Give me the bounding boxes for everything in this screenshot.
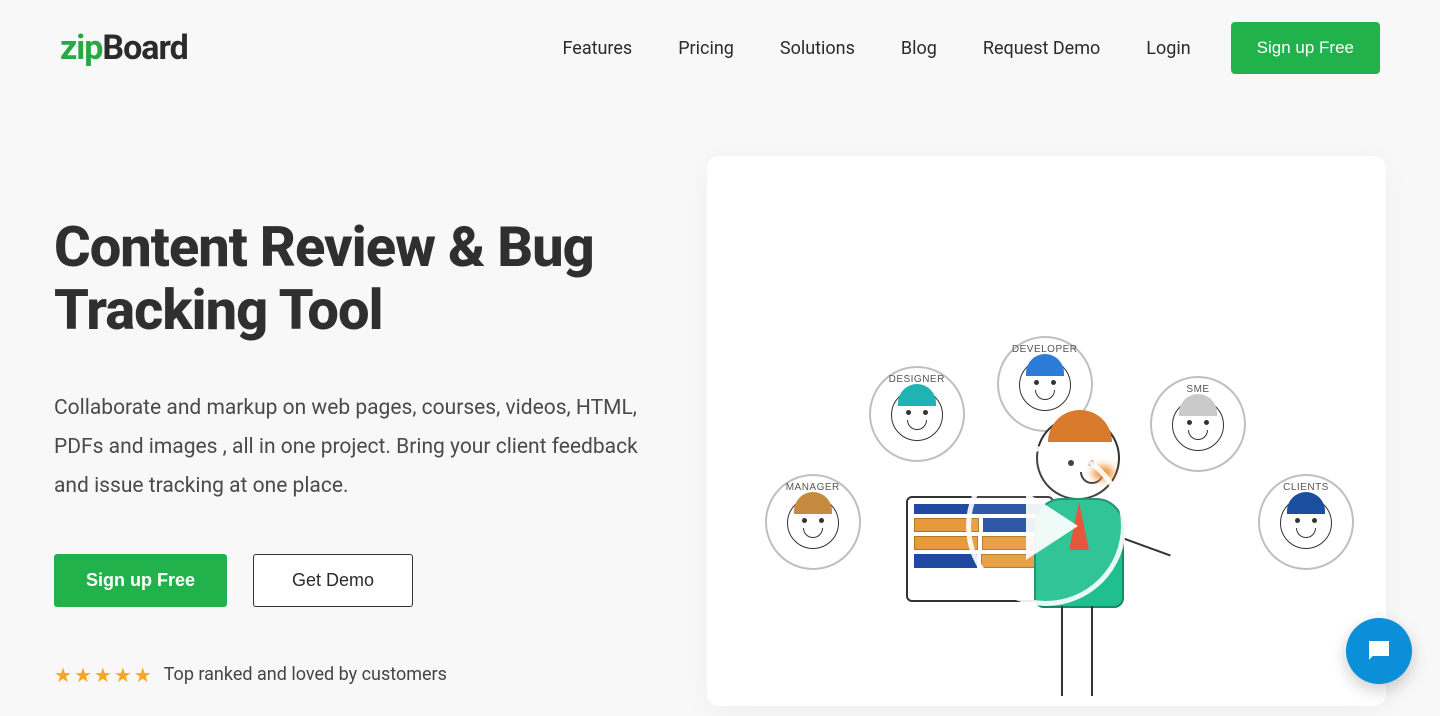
nav-features[interactable]: Features — [563, 38, 633, 59]
star-icon: ★ — [74, 663, 92, 687]
nav-login[interactable]: Login — [1146, 38, 1190, 59]
chat-icon — [1364, 636, 1394, 666]
signup-free-header-button[interactable]: Sign up Free — [1231, 22, 1380, 74]
avatar-face — [787, 497, 839, 549]
brand-logo-part2: Board — [102, 28, 187, 68]
avatar-face — [1172, 399, 1224, 451]
hero-section: Content Review & Bug Tracking Tool Colla… — [0, 96, 1440, 706]
hero-description: Collaborate and markup on web pages, cou… — [54, 389, 667, 506]
chat-widget-button[interactable] — [1346, 618, 1412, 684]
get-demo-button[interactable]: Get Demo — [253, 554, 413, 607]
hero-title: Content Review & Bug Tracking Tool — [54, 216, 667, 341]
star-icon: ★ — [54, 663, 72, 687]
rating-text: Top ranked and loved by customers — [164, 664, 447, 685]
avatar-face — [1280, 497, 1332, 549]
nav-request-demo[interactable]: Request Demo — [983, 38, 1100, 59]
role-bubble-clients: CLIENTS — [1258, 474, 1354, 570]
star-icon: ★ — [114, 663, 132, 687]
nav-pricing[interactable]: Pricing — [678, 38, 734, 59]
star-icon: ★ — [94, 663, 112, 687]
nav-solutions[interactable]: Solutions — [780, 38, 855, 59]
site-header: zipBoard Features Pricing Solutions Blog… — [0, 0, 1440, 96]
avatar-face — [1019, 359, 1071, 411]
rating-row: ★ ★ ★ ★ ★ Top ranked and loved by custom… — [54, 663, 667, 687]
play-icon — [1026, 492, 1078, 560]
primary-nav: Features Pricing Solutions Blog Request … — [563, 38, 1191, 59]
signup-free-hero-button[interactable]: Sign up Free — [54, 554, 227, 607]
play-video-button[interactable] — [966, 446, 1126, 606]
role-bubble-manager: MANAGER — [765, 474, 861, 570]
nav-blog[interactable]: Blog — [901, 38, 937, 59]
star-icon: ★ — [134, 663, 152, 687]
hero-cta-row: Sign up Free Get Demo — [54, 554, 667, 607]
rating-stars: ★ ★ ★ ★ ★ — [54, 663, 152, 687]
hero-media-card: MANAGER DESIGNER DEVELOPER SME CLIENTS — [707, 156, 1386, 706]
hero-content: Content Review & Bug Tracking Tool Colla… — [54, 156, 667, 706]
hero-illustration: MANAGER DESIGNER DEVELOPER SME CLIENTS — [707, 256, 1386, 676]
brand-logo[interactable]: zipBoard — [60, 28, 188, 68]
brand-logo-part1: zip — [60, 28, 102, 68]
